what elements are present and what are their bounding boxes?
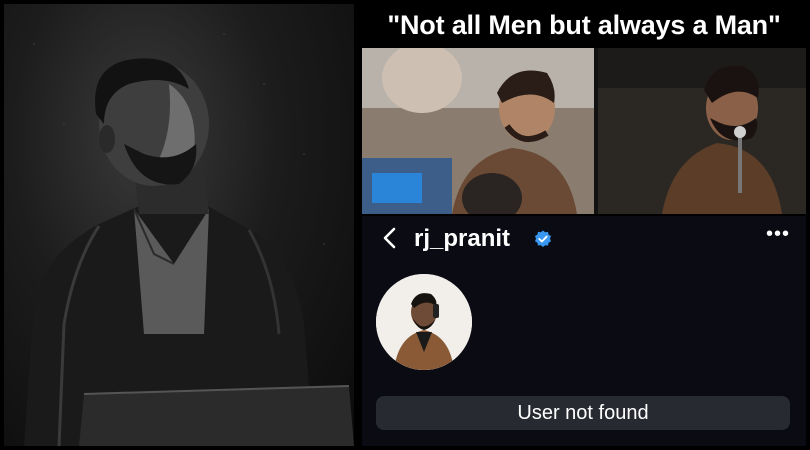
meme-caption: "Not all Men but always a Man" bbox=[362, 4, 806, 46]
image-collage: "Not all Men but always a Man" rj_pranit… bbox=[0, 0, 810, 450]
avatar-illustration bbox=[376, 274, 472, 370]
instagram-profile-screen: rj_pranit ••• User not found bbox=[362, 216, 806, 446]
profile-username: rj_pranit bbox=[414, 225, 511, 252]
user-not-found-banner: User not found bbox=[376, 396, 790, 430]
meme-photo bbox=[362, 48, 806, 214]
status-text: User not found bbox=[517, 401, 649, 424]
bw-portrait-illustration bbox=[24, 33, 354, 446]
more-options-button[interactable]: ••• bbox=[762, 224, 794, 248]
verified-badge-icon bbox=[535, 230, 551, 247]
back-button[interactable] bbox=[376, 224, 402, 252]
chevron-left-icon bbox=[383, 227, 396, 249]
profile-avatar[interactable] bbox=[376, 274, 472, 370]
audience-stage-illustration bbox=[362, 48, 806, 214]
bw-portrait-photo bbox=[4, 4, 354, 446]
more-horizontal-icon: ••• bbox=[765, 223, 790, 245]
